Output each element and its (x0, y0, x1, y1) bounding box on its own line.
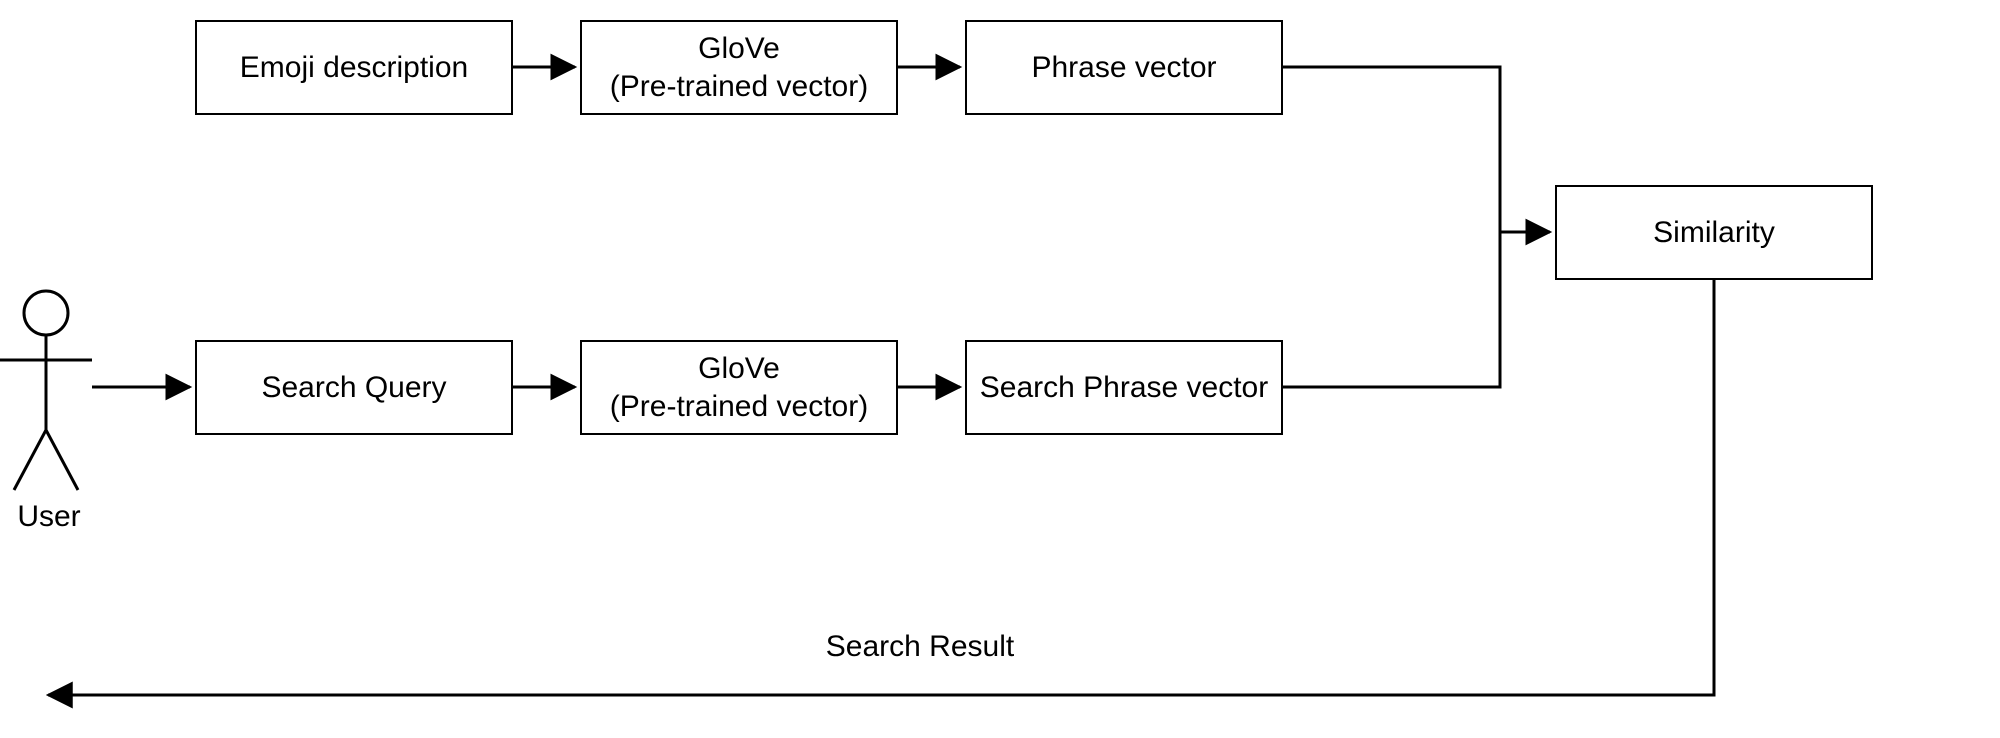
glove-bottom-line1: GloVe (610, 350, 868, 388)
box-emoji-description: Emoji description (195, 20, 513, 115)
box-phrase-vector: Phrase vector (965, 20, 1283, 115)
box-search-phrase-vector: Search Phrase vector (965, 340, 1283, 435)
box-glove-top: GloVe (Pre-trained vector) (580, 20, 898, 115)
glove-bottom-line2: (Pre-trained vector) (610, 388, 868, 426)
search-result-label: Search Result (790, 630, 1050, 664)
arrow-phrase-to-similarity (1283, 67, 1550, 232)
arrow-searchvec-to-similarity (1283, 232, 1500, 387)
box-glove-bottom: GloVe (Pre-trained vector) (580, 340, 898, 435)
box-search-query: Search Query (195, 340, 513, 435)
user-label: User (14, 500, 84, 534)
glove-top-line1: GloVe (610, 30, 868, 68)
box-similarity: Similarity (1555, 185, 1873, 280)
diagram-canvas: User Emoji description GloVe (Pre-traine… (0, 0, 2000, 738)
glove-top-line2: (Pre-trained vector) (610, 68, 868, 106)
